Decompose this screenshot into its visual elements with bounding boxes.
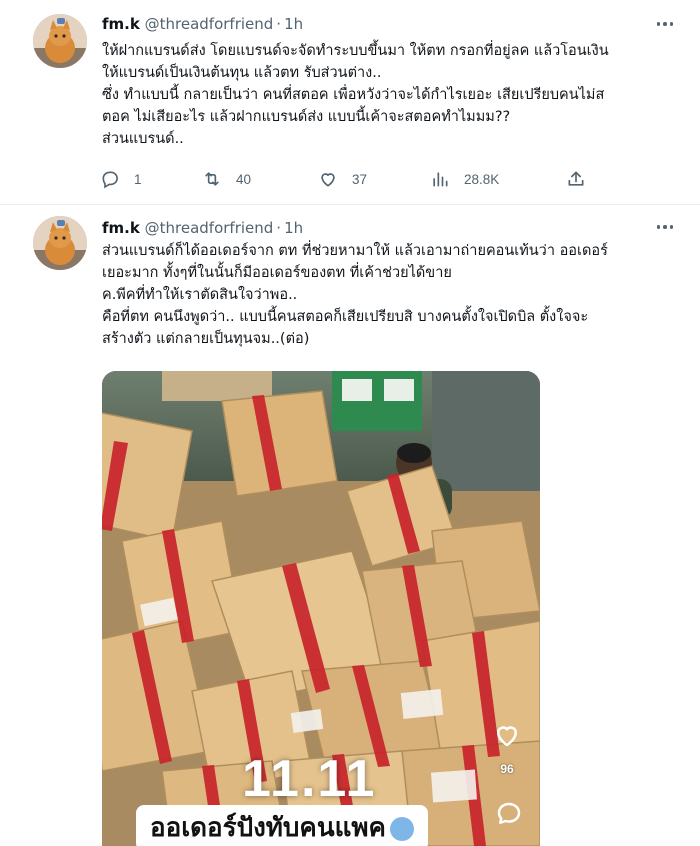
tweet-line: ซึ่ง ทำแบบนี้ กลายเป็นว่า คนที่สตอค เพื่…: [102, 87, 605, 103]
timestamp[interactable]: 1h: [284, 219, 303, 237]
avatar-cat-image: [33, 14, 87, 68]
display-name[interactable]: fm.k: [102, 219, 140, 237]
user-handle[interactable]: @threadforfriend: [145, 15, 274, 33]
reply-button[interactable]: 1: [100, 167, 142, 191]
tweet-line: สร้างตัว แต่กลายเป็นทุนจม..(ต่อ): [102, 331, 310, 347]
overlay-comment-icon: [497, 802, 521, 824]
avatar[interactable]: [33, 14, 87, 68]
tweet-line: ให้แบรนด์เป็นเงินต้นทุน แล้วตท รับส่วนต่…: [102, 65, 382, 81]
share-button[interactable]: [566, 167, 600, 191]
avatar-cat-image: [33, 216, 87, 270]
tweet-2[interactable]: fm.k @threadforfriend · 1h ส่วนแบรนด์ก็ได้…: [0, 205, 700, 846]
more-options-icon[interactable]: [652, 217, 678, 237]
caption-text: ออเดอร์ปังทับคนแพค: [150, 813, 386, 843]
tweet-1[interactable]: fm.k @threadforfriend · 1h ให้ฝากแบรนด์ส่ง…: [0, 0, 700, 205]
video-caption-overlay: ออเดอร์ปังทับคนแพค: [136, 805, 428, 846]
reply-count: 1: [134, 171, 142, 187]
separator-dot: ·: [276, 219, 282, 237]
heart-icon: [321, 173, 335, 187]
overlay-heart-icon: [497, 726, 517, 747]
share-icon: [568, 171, 584, 186]
tweet-line: คือที่ตท คนนึงพูดว่า.. แบบนี้คนสตอคก็เสี…: [102, 309, 589, 325]
view-count: 28.8K: [464, 171, 500, 187]
separator-dot: ·: [276, 15, 282, 33]
tweet-text: ส่วนแบรนด์ก็ได้ออเดอร์จาก ตท ที่ช่วยหามา…: [102, 240, 682, 350]
tweet-line: ส่วนแบรนด์..: [102, 131, 184, 147]
tweet-media-image[interactable]: 11.11 ออเดอร์ปังทับคนแพค 96: [102, 371, 540, 846]
timestamp[interactable]: 1h: [284, 15, 303, 33]
like-button[interactable]: 37: [318, 167, 367, 191]
views-chart-icon: [433, 172, 448, 187]
user-handle[interactable]: @threadforfriend: [145, 219, 274, 237]
tweet-line: ตอค ไม่เสียอะไร แล้วฝากแบรนด์ส่ง แบบนี้เ…: [102, 109, 511, 125]
reply-icon: [102, 171, 118, 189]
tweet-header: fm.k @threadforfriend · 1h: [102, 14, 303, 34]
tweet-line: ส่วนแบรนด์ก็ได้ออเดอร์จาก ตท ที่ช่วยหามา…: [102, 243, 608, 259]
display-name[interactable]: fm.k: [102, 15, 140, 33]
tweet-line: เยอะมาก ทั้งๆที่ในนั้นก็มีออเดอร์ของตท ท…: [102, 265, 452, 281]
overlay-like-count: 96: [500, 762, 514, 776]
views-button[interactable]: 28.8K: [430, 167, 499, 191]
like-count: 37: [352, 171, 368, 187]
tweet-header: fm.k @threadforfriend · 1h: [102, 218, 303, 238]
retweet-icon: [205, 172, 219, 186]
grimace-emoji-icon: [389, 816, 414, 841]
retweet-button[interactable]: 40: [202, 167, 251, 191]
more-options-icon[interactable]: [652, 14, 678, 34]
video-date-overlay: 11.11: [242, 750, 377, 808]
tweet-text: ให้ฝากแบรนด์ส่ง โดยแบรนด์จะจัดทำระบบขึ้น…: [102, 40, 682, 150]
avatar[interactable]: [33, 216, 87, 270]
retweet-count: 40: [236, 171, 252, 187]
tweet-line: ให้ฝากแบรนด์ส่ง โดยแบรนด์จะจัดทำระบบขึ้น…: [102, 43, 609, 59]
action-bar: 1 40 37 28.8K: [100, 167, 590, 191]
tweet-line: ค.พีคที่ทำให้เราตัดสินใจว่าพอ..: [102, 287, 298, 303]
